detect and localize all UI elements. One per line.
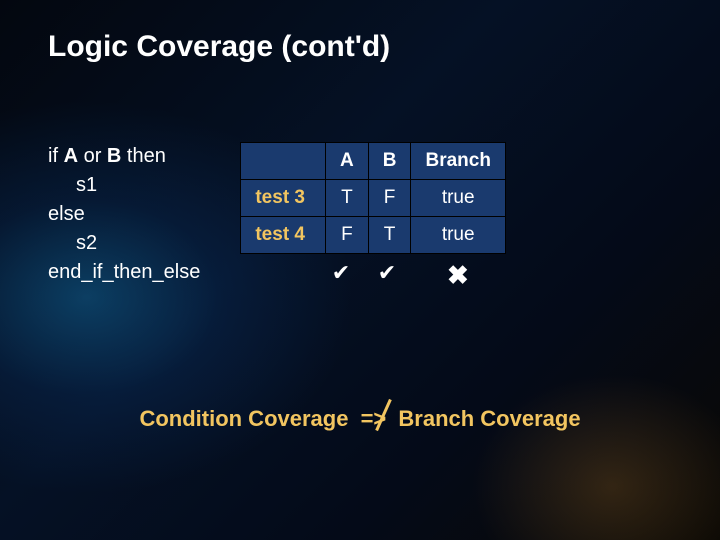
header-Branch: Branch (411, 143, 505, 180)
cell-A: T (326, 180, 369, 217)
conclusion-right: Branch Coverage (392, 406, 580, 431)
slide-title: Logic Coverage (cont'd) (48, 30, 672, 64)
cross-icon: ✖ (410, 260, 506, 291)
check-icon: ✔ (318, 260, 364, 291)
table-row: test 4 F T true (241, 217, 506, 254)
row-label: test 4 (241, 217, 326, 254)
header-A: A (326, 143, 369, 180)
table-header-row: A B Branch (241, 143, 506, 180)
cell-A: F (326, 217, 369, 254)
truth-table: A B Branch test 3 T F true test 4 F T tr… (240, 142, 506, 254)
code-block: if A or B then s1 else s2 end_if_then_el… (48, 142, 200, 287)
cell-Branch: true (411, 180, 505, 217)
conclusion-line: Condition Coverage => Branch Coverage (0, 406, 720, 432)
code-line-3: else (48, 203, 85, 225)
slide: Logic Coverage (cont'd) if A or B then s… (0, 0, 720, 540)
code-line-5: end_if_then_else (48, 261, 200, 283)
cell-B: F (368, 180, 411, 217)
cell-Branch: true (411, 217, 505, 254)
header-B: B (368, 143, 411, 180)
code-line-1: if A or B then (48, 145, 166, 167)
check-icon: ✔ (364, 260, 410, 291)
cell-B: T (368, 217, 411, 254)
conclusion-left: Condition Coverage (139, 406, 354, 431)
truth-table-wrap: A B Branch test 3 T F true test 4 F T tr… (240, 142, 506, 291)
content-row: if A or B then s1 else s2 end_if_then_el… (48, 142, 672, 291)
table-row: test 3 T F true (241, 180, 506, 217)
marks-row: ✔ ✔ ✖ (240, 260, 506, 291)
header-blank (241, 143, 326, 180)
not-implies-icon: => (355, 406, 393, 432)
code-line-2: s1 (48, 174, 97, 196)
code-line-4: s2 (48, 232, 97, 254)
row-label: test 3 (241, 180, 326, 217)
